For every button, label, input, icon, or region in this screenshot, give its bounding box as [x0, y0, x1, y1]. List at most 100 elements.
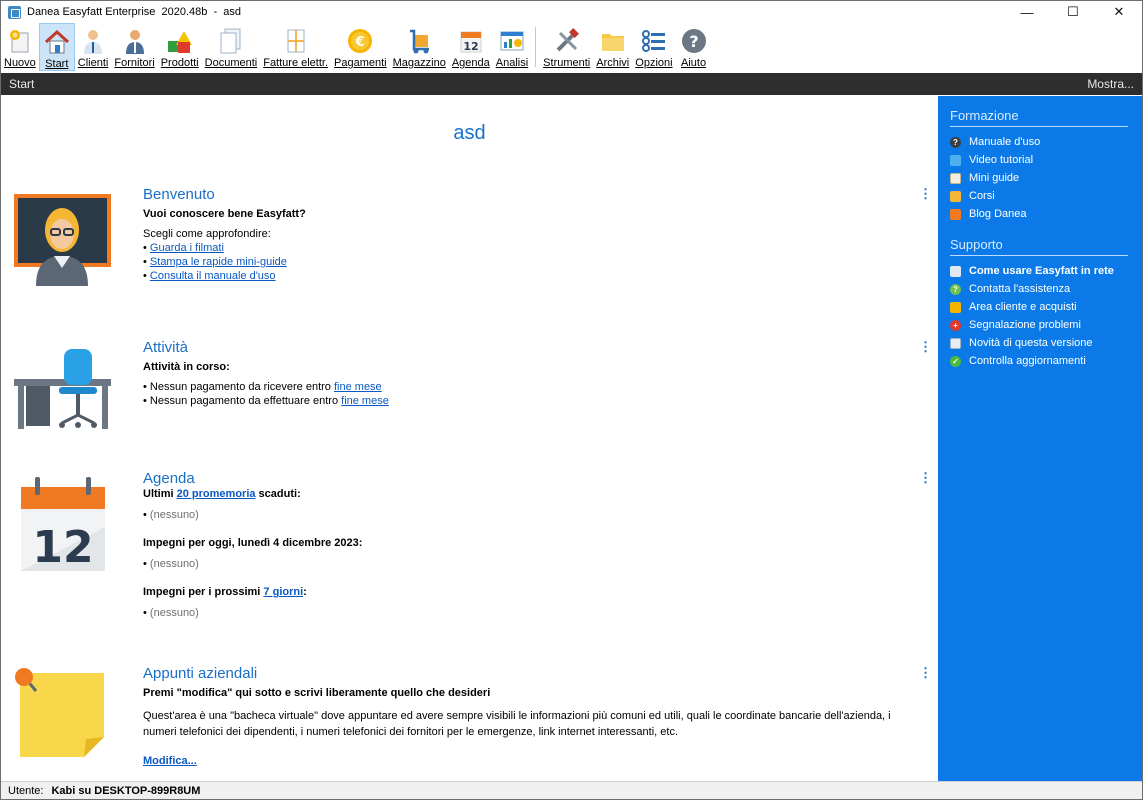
toolbar-aiuto-button[interactable]: ? Aiuto	[676, 23, 712, 71]
euro-coin-icon: €	[346, 27, 374, 55]
toolbar-start-button[interactable]: Start	[38, 23, 75, 71]
sidebar-item-mini-guide[interactable]: Mini guide	[950, 169, 1128, 187]
status-user-label: Utente:	[8, 784, 44, 797]
analysis-chart-icon	[498, 27, 526, 55]
toolbar-fatture-elettr-button[interactable]: Fatture elettr.	[260, 23, 331, 71]
toolbar-fornitori-button[interactable]: Fornitori	[111, 23, 157, 71]
toolbar-label: Documenti	[204, 57, 258, 69]
activity-menu-button[interactable]: ⋮	[919, 340, 932, 353]
sidebar-item-whats-new[interactable]: Novità di questa versione	[950, 334, 1128, 352]
training-heading: Formazione	[950, 108, 1128, 127]
next-7-days-link[interactable]: 7 giorni	[263, 586, 303, 598]
maximize-button[interactable]: ☐	[1050, 1, 1096, 23]
watch-videos-link[interactable]: Guarda i filmati	[150, 242, 224, 254]
user-manual-link[interactable]: Consulta il manuale d'uso	[150, 270, 276, 282]
agenda-menu-button[interactable]: ⋮	[919, 471, 932, 484]
network-icon	[950, 265, 961, 277]
tools-icon	[553, 27, 581, 55]
sidebar-item-label: Mini guide	[969, 172, 1020, 184]
toolbar-separator	[535, 27, 537, 67]
toolbar-prodotti-button[interactable]: Prodotti	[158, 23, 202, 71]
activity-body: Attività in corso: • Nessun pagamento da…	[143, 360, 913, 408]
products-shapes-icon	[166, 27, 194, 55]
expired-reminders: Ultimi 20 promemoria scaduti:	[143, 487, 913, 501]
title-bar: Danea Easyfatt Enterprise 2020.48b - asd…	[1, 1, 1142, 23]
list-item: • Nessun pagamento da ricevere entro fin…	[143, 381, 382, 393]
agenda-section: 12 Agenda ⋮ Ultimi 20 promemoria scaduti…	[1, 470, 938, 640]
receivables-end-of-month-link[interactable]: fine mese	[334, 381, 382, 393]
notes-section: Appunti aziendali ⋮ Premi "modifica" qui…	[1, 665, 938, 775]
toolbar-nuovo-button[interactable]: Nuovo	[1, 23, 39, 71]
agenda-body: Ultimi 20 promemoria scaduti: • (nessuno…	[143, 487, 913, 620]
calendar-day-number: 12	[32, 522, 93, 571]
sidebar-item-label: Blog Danea	[969, 208, 1027, 220]
sidebar-item-label: Contatta l'assistenza	[969, 283, 1071, 295]
sidebar-item-manual[interactable]: ? Manuale d'uso	[950, 133, 1128, 151]
toolbar-opzioni-button[interactable]: Opzioni	[632, 23, 675, 71]
support-help-icon: ?	[950, 283, 961, 295]
sidebar-item-report-problems[interactable]: + Segnalazione problemi	[950, 316, 1128, 334]
welcome-section: Benvenuto ⋮ Vuoi conoscere bene Easyfatt…	[1, 186, 938, 296]
notes-subtitle: Premi "modifica" qui sotto e scrivi libe…	[143, 687, 491, 699]
edit-notes-link[interactable]: Modifica...	[143, 755, 197, 767]
sidebar-item-label: Controlla aggiornamenti	[969, 355, 1086, 367]
toolbar-strumenti-button[interactable]: Strumenti	[540, 23, 593, 71]
toolbar-label: Fornitori	[114, 57, 155, 69]
svg-text:12: 12	[463, 40, 478, 53]
toolbar-pagamenti-button[interactable]: € Pagamenti	[331, 23, 390, 71]
toolbar-label: Aiuto	[681, 57, 707, 69]
sidebar-item-label: Video tutorial	[969, 154, 1034, 166]
toolbar-documenti-button[interactable]: Documenti	[202, 23, 261, 71]
sidebar-item-check-updates[interactable]: ✓ Controlla aggiornamenti	[950, 352, 1128, 370]
sidebar-item-video-tutorial[interactable]: Video tutorial	[950, 151, 1128, 169]
toolbar-label: Start	[45, 58, 69, 70]
sidebar-item-contact-support[interactable]: ? Contatta l'assistenza	[950, 280, 1128, 298]
welcome-menu-button[interactable]: ⋮	[919, 187, 932, 200]
toolbar-analisi-button[interactable]: Analisi	[493, 23, 531, 71]
notes-title: Appunti aziendali	[143, 665, 258, 682]
list-item: • (nessuno)	[143, 607, 199, 619]
welcome-title: Benvenuto	[143, 186, 215, 203]
status-user-value: Kabi su DESKTOP-899R8UM	[51, 784, 201, 797]
folder-icon	[599, 27, 627, 55]
welcome-intro: Scegli come approfondire:	[143, 228, 271, 240]
toolbar-label: Pagamenti	[334, 57, 387, 69]
new-icon	[6, 27, 34, 55]
video-icon	[950, 154, 961, 166]
toolbar-label: Strumenti	[543, 57, 591, 69]
none-text: (nessuno)	[149, 607, 199, 619]
sidebar-item-blog[interactable]: Blog Danea	[950, 205, 1128, 223]
minimize-button[interactable]: —	[1004, 1, 1050, 23]
check-icon: ✓	[950, 355, 961, 367]
today-appointments: Impegni per oggi, lunedì 4 dicembre 2023…	[143, 537, 363, 549]
toolbar-agenda-button[interactable]: 12 Agenda	[449, 23, 493, 71]
next-days-appointments: Impegni per i prossimi 7 giorni:	[143, 585, 913, 599]
activity-title: Attività	[143, 339, 189, 356]
toolbar-label: Analisi	[495, 57, 529, 69]
options-icon	[640, 27, 668, 55]
section-title: Start	[9, 77, 35, 91]
toolbar-label: Nuovo	[4, 57, 36, 69]
print-mini-guides-link[interactable]: Stampa le rapide mini-guide	[150, 256, 287, 268]
sidebar-item-courses[interactable]: Corsi	[950, 187, 1128, 205]
close-button[interactable]: ✕	[1096, 1, 1142, 23]
show-more-button[interactable]: Mostra...	[1087, 77, 1134, 91]
teacher-illustration	[14, 194, 111, 286]
e-invoice-icon	[282, 27, 310, 55]
notes-menu-button[interactable]: ⋮	[919, 666, 932, 679]
toolbar-clienti-button[interactable]: Clienti	[75, 23, 112, 71]
sidebar-item-customer-area[interactable]: Area cliente e acquisti	[950, 298, 1128, 316]
toolbar-archivi-button[interactable]: Archivi	[593, 23, 632, 71]
section-bar: Start Mostra...	[1, 73, 1142, 95]
right-sidebar: Formazione ? Manuale d'uso Video tutoria…	[938, 96, 1142, 781]
sticky-note-illustration	[15, 668, 104, 757]
agenda-title: Agenda	[143, 470, 195, 487]
toolbar-label: Archivi	[596, 57, 630, 69]
sidebar-item-label: Come usare Easyfatt in rete	[969, 265, 1114, 277]
payables-end-of-month-link[interactable]: fine mese	[341, 395, 389, 407]
company-name: asd	[453, 122, 486, 144]
toolbar-magazzino-button[interactable]: Magazzino	[390, 23, 449, 71]
calendar-icon: 12	[457, 27, 485, 55]
sidebar-item-network[interactable]: Come usare Easyfatt in rete	[950, 262, 1128, 280]
expired-reminders-link[interactable]: 20 promemoria	[177, 488, 256, 500]
